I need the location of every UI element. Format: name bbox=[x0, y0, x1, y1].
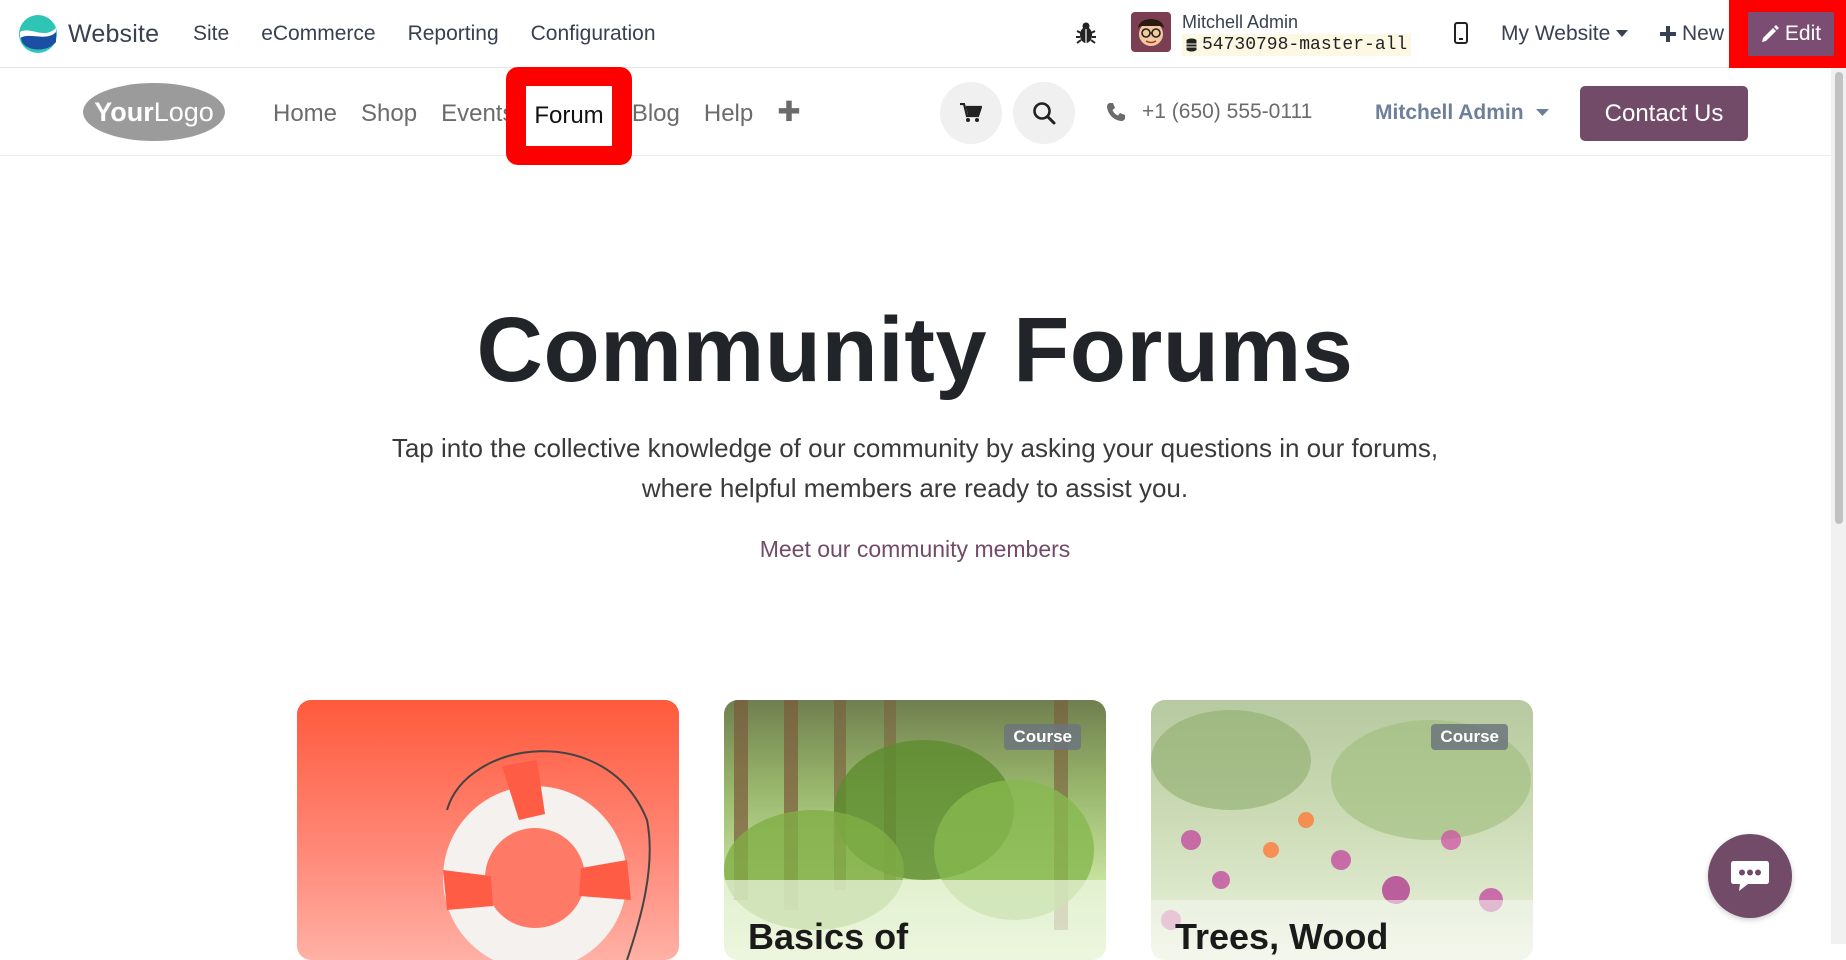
hero-subtitle-line-1: Tap into the collective knowledge of our… bbox=[391, 433, 1439, 463]
forum-card-course-1[interactable]: Course Basics of bbox=[724, 700, 1106, 960]
app-brand[interactable]: Website bbox=[18, 14, 159, 54]
contact-us-button[interactable]: Contact Us bbox=[1580, 86, 1748, 141]
database-icon bbox=[1186, 38, 1197, 52]
database-name: 54730798-master-all bbox=[1202, 35, 1408, 55]
live-chat-button[interactable] bbox=[1708, 834, 1792, 918]
menu-site[interactable]: Site bbox=[193, 22, 229, 46]
menu-ecommerce[interactable]: eCommerce bbox=[261, 22, 375, 46]
cart-icon bbox=[960, 103, 982, 122]
search-button[interactable] bbox=[1013, 82, 1075, 144]
website-selector[interactable]: My Website bbox=[1501, 22, 1629, 46]
website-app-icon bbox=[19, 15, 57, 53]
search-icon bbox=[1033, 102, 1056, 125]
caret-down-icon bbox=[1535, 109, 1549, 116]
community-members-link[interactable]: Meet our community members bbox=[0, 536, 1830, 563]
new-button[interactable]: New bbox=[1660, 22, 1724, 46]
site-user-name: Mitchell Admin bbox=[1375, 101, 1524, 124]
database-badge: 54730798-master-all bbox=[1182, 34, 1412, 56]
website-selector-label: My Website bbox=[1501, 22, 1611, 45]
debug-bug-icon[interactable] bbox=[1075, 21, 1097, 50]
course-badge: Course bbox=[1004, 724, 1081, 750]
scrollbar-thumb[interactable] bbox=[1835, 72, 1843, 524]
menu-configuration[interactable]: Configuration bbox=[531, 22, 656, 46]
edit-button-label: Edit bbox=[1784, 22, 1822, 45]
nav-events[interactable]: Events bbox=[441, 100, 514, 128]
add-menu-plus-icon[interactable]: ✚ bbox=[777, 98, 800, 128]
edit-button[interactable]: Edit bbox=[1748, 12, 1834, 56]
course-badge: Course bbox=[1431, 724, 1508, 750]
nav-forum[interactable]: Forum bbox=[526, 86, 612, 146]
app-name: Website bbox=[68, 19, 160, 48]
lifebuoy-image bbox=[443, 750, 651, 960]
website-navbar: YourLogo Home Shop Events Forum Blog Hel… bbox=[0, 68, 1846, 156]
chat-icon bbox=[1731, 861, 1769, 891]
page-title: Community Forums bbox=[476, 299, 1354, 401]
forum-card-course-2[interactable]: Course Trees, Wood bbox=[1151, 700, 1533, 960]
avatar bbox=[1131, 12, 1171, 52]
nav-shop[interactable]: Shop bbox=[361, 100, 417, 128]
pencil-icon bbox=[1761, 25, 1779, 42]
nav-blog[interactable]: Blog bbox=[632, 100, 680, 128]
phone-contact[interactable]: +1 (650) 555-0111 bbox=[1106, 100, 1312, 124]
phone-number: +1 (650) 555-0111 bbox=[1142, 100, 1313, 123]
plus-icon bbox=[1660, 26, 1676, 42]
top-menu: Site eCommerce Reporting Configuration bbox=[193, 22, 656, 46]
new-button-label: New bbox=[1682, 22, 1725, 45]
hero-subtitle-line-2: where helpful members are ready to assis… bbox=[641, 473, 1189, 503]
caret-down-icon bbox=[1616, 30, 1629, 37]
mobile-preview-icon[interactable] bbox=[1454, 22, 1468, 49]
menu-reporting[interactable]: Reporting bbox=[408, 22, 499, 46]
admin-topbar: Website Site eCommerce Reporting Configu… bbox=[0, 0, 1846, 76]
site-logo[interactable]: YourLogo bbox=[82, 82, 226, 147]
nav-help[interactable]: Help bbox=[704, 100, 753, 128]
nav-home[interactable]: Home bbox=[273, 100, 337, 128]
user-name: Mitchell Admin bbox=[1182, 12, 1299, 32]
card-title: Basics of bbox=[748, 916, 909, 957]
hero-subtitle: Tap into the collective knowledge of our… bbox=[358, 428, 1472, 508]
cart-button[interactable] bbox=[940, 82, 1002, 144]
forum-card-help[interactable] bbox=[297, 700, 679, 960]
user-menu[interactable]: Mitchell Admin 54730798-master-all bbox=[1131, 12, 1412, 57]
phone-icon bbox=[1107, 103, 1125, 121]
svg-text:YourLogo: YourLogo bbox=[94, 97, 214, 127]
card-title: Trees, Wood bbox=[1175, 916, 1389, 957]
site-user-dropdown[interactable]: Mitchell Admin bbox=[1375, 101, 1549, 125]
